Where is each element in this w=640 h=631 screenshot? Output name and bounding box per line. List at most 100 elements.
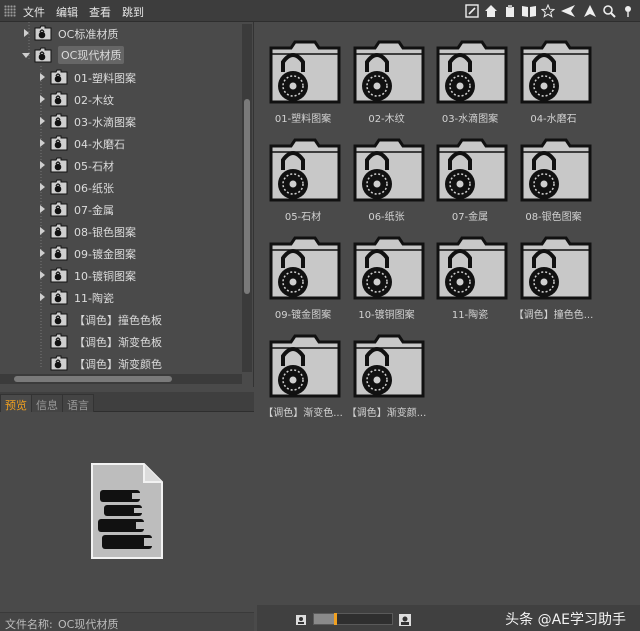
tree-item[interactable]: 07-金属 [0, 198, 242, 220]
locked-folder-icon [50, 245, 68, 261]
tree-item-label: 【调色】渐变色板 [74, 336, 162, 349]
tree-item[interactable]: 04-水磨石 [0, 132, 242, 154]
tree-item[interactable]: 【调色】撞色色板 [0, 308, 242, 330]
tree-horizontal-scroll-thumb[interactable] [14, 376, 172, 382]
folder-tile[interactable]: 【调色】渐变色... [263, 320, 343, 419]
tree-item[interactable]: OC标准材质 [0, 22, 242, 44]
edit-icon[interactable] [464, 3, 480, 19]
watermark: 头条 @AE学习助手 [505, 612, 626, 628]
tree-horizontal-scrollbar[interactable] [0, 374, 242, 384]
tree-item[interactable]: 08-银色图案 [0, 220, 242, 242]
tree-item[interactable]: OC现代材质 [0, 44, 242, 66]
tab-info[interactable]: 信息 [31, 394, 63, 412]
folder-tile[interactable]: 11-陶瓷 [430, 222, 508, 321]
folder-tile[interactable]: 01-塑料图案 [263, 26, 341, 125]
expander-right-icon[interactable] [38, 271, 46, 279]
folder-tile[interactable]: 06-纸张 [347, 124, 424, 223]
folder-tile[interactable]: 02-木纹 [347, 26, 424, 125]
locked-folder-icon [50, 333, 68, 349]
expander-down-icon[interactable] [22, 51, 30, 59]
folder-tile-label: 06-纸张 [368, 212, 405, 223]
folder-tile-label: 11-陶瓷 [451, 310, 489, 321]
toolbar [464, 3, 636, 19]
tree-item[interactable]: 03-水滴图案 [0, 110, 242, 132]
expander-right-icon[interactable] [38, 139, 46, 147]
home-icon[interactable] [483, 3, 499, 19]
zoom-small-icon[interactable] [295, 614, 307, 626]
locked-folder-icon [269, 236, 341, 300]
locked-folder-icon [50, 179, 68, 195]
expander-right-icon[interactable] [38, 73, 46, 81]
up-arrow-icon[interactable] [582, 3, 598, 19]
folder-tile-label: 【调色】渐变色... [263, 408, 343, 419]
tab-preview[interactable]: 预览 [0, 394, 32, 412]
tree-vertical-scrollbar[interactable] [242, 24, 252, 372]
folder-tile[interactable]: 08-银色图案 [514, 124, 591, 223]
zoom-large-icon[interactable] [399, 614, 411, 626]
menu-view[interactable]: 查看 [89, 4, 111, 20]
tree-vertical-scroll-thumb[interactable] [244, 99, 250, 294]
tree-item-label: 【调色】撞色色板 [74, 314, 162, 327]
folder-tile[interactable]: 【调色】撞色色... [514, 222, 593, 321]
tree-item[interactable]: 【调色】渐变色板 [0, 330, 242, 352]
expander-right-icon[interactable] [38, 227, 46, 235]
folder-tile[interactable]: 04-水磨石 [514, 26, 591, 125]
zoom-slider[interactable] [313, 613, 393, 625]
locked-folder-icon [353, 138, 424, 202]
expander-right-icon[interactable] [38, 95, 46, 103]
locked-folder-icon [436, 40, 508, 104]
pin-icon[interactable] [620, 3, 636, 19]
star-icon[interactable] [540, 3, 556, 19]
locked-folder-icon [50, 135, 68, 151]
expander-right-icon[interactable] [38, 183, 46, 191]
tree-item[interactable]: 【调色】渐变颜色 [0, 352, 242, 374]
tree-item[interactable]: 10-镀铜图案 [0, 264, 242, 286]
folder-tile[interactable]: 05-石材 [263, 124, 341, 223]
clipboard-icon[interactable] [502, 3, 518, 19]
zoom-slider-knob[interactable] [334, 613, 337, 625]
expander-right-icon[interactable] [38, 205, 46, 213]
tree-item-label: 08-银色图案 [74, 226, 136, 239]
back-arrow-icon[interactable] [559, 3, 579, 19]
expander-right-icon[interactable] [38, 117, 46, 125]
tab-language[interactable]: 语言 [62, 394, 94, 412]
locked-folder-icon [50, 157, 68, 173]
locked-folder-icon [34, 25, 52, 41]
tree-item-label: OC现代材质 [58, 46, 125, 64]
expander-right-icon[interactable] [38, 249, 46, 257]
expander-right-icon[interactable] [38, 161, 46, 169]
folder-tile[interactable]: 09-镀金图案 [263, 222, 341, 321]
folder-tile-label: 01-塑料图案 [274, 114, 332, 125]
zoom-slider-fill [314, 614, 334, 624]
locked-folder-icon [50, 289, 68, 305]
tree-item[interactable]: 06-纸张 [0, 176, 242, 198]
tree-item[interactable]: 11-陶瓷 [0, 286, 242, 308]
locked-folder-icon [353, 236, 424, 300]
locked-folder-icon [520, 138, 591, 202]
folder-tile[interactable]: 07-金属 [430, 124, 508, 223]
book-icon[interactable] [521, 3, 537, 19]
locked-folder-icon [50, 91, 68, 107]
tree-item-label: 01-塑料图案 [74, 72, 136, 85]
tree-item-label: 02-木纹 [74, 94, 114, 107]
folder-tile[interactable]: 03-水滴图案 [430, 26, 508, 125]
menu-goto[interactable]: 跳到 [122, 4, 144, 20]
folder-tile-label: 08-银色图案 [525, 212, 582, 223]
folder-tile[interactable]: 【调色】渐变颜... [347, 320, 426, 419]
expander-right-icon[interactable] [22, 29, 30, 37]
folder-tile-label: 03-水滴图案 [441, 114, 499, 125]
folder-tile[interactable]: 10-镀铜图案 [347, 222, 424, 321]
tree-item[interactable]: 02-木纹 [0, 88, 242, 110]
locked-folder-icon [269, 334, 341, 398]
locked-folder-icon [269, 40, 341, 104]
menu-edit[interactable]: 编辑 [56, 4, 78, 20]
tree-item[interactable]: 01-塑料图案 [0, 66, 242, 88]
tree-item[interactable]: 05-石材 [0, 154, 242, 176]
tree-item[interactable]: 09-镀金图案 [0, 242, 242, 264]
folder-tile-label: 10-镀铜图案 [358, 310, 415, 321]
search-icon[interactable] [601, 3, 617, 19]
menu-file[interactable]: 文件 [23, 4, 45, 20]
expander-right-icon[interactable] [38, 293, 46, 301]
locked-folder-icon [50, 223, 68, 239]
grip-icon [4, 5, 16, 17]
